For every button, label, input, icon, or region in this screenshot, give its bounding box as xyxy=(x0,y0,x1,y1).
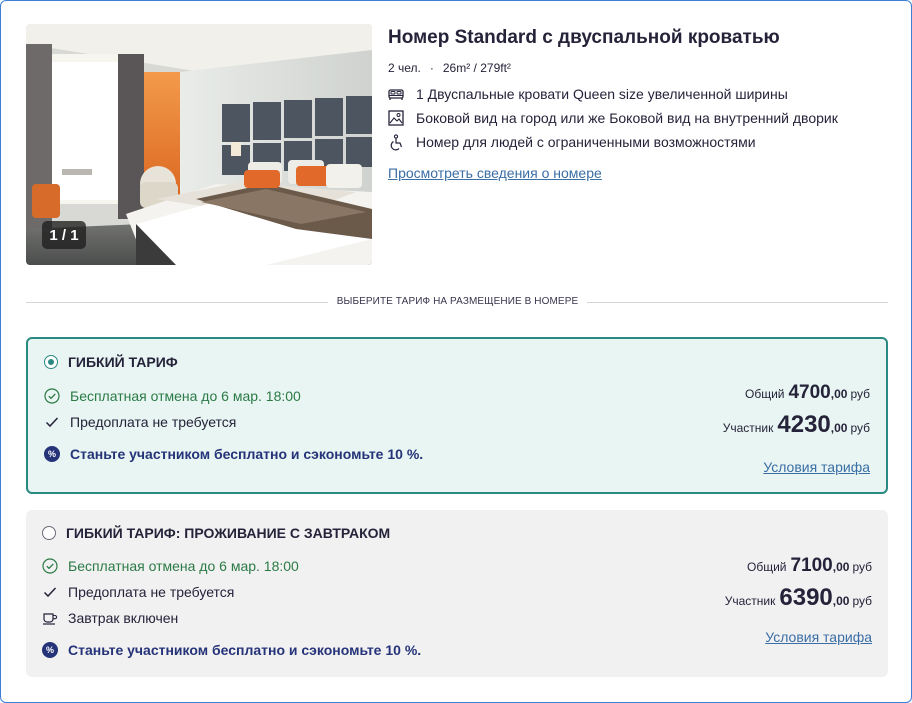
room-feature-accessibility: Номер для людей с ограниченными возможно… xyxy=(387,132,756,152)
meta-separator: · xyxy=(429,61,434,75)
total-price-value: 7100 xyxy=(790,555,833,576)
percent-icon: % xyxy=(42,642,58,658)
tariff-card-flexible[interactable]: ГИБКИЙ ТАРИФ Бесплатная отмена до 6 мар.… xyxy=(26,337,888,494)
tariff-conditions-link[interactable]: Условия тарифа xyxy=(763,459,870,475)
tariff-conditions-link[interactable]: Условия тарифа xyxy=(765,629,872,645)
check-circle-icon xyxy=(42,558,58,574)
total-price-currency: руб xyxy=(852,560,872,574)
tariff-member-promo[interactable]: % Станьте участником бесплатно и сэконом… xyxy=(42,640,421,660)
tariff-cancellation-text: Бесплатная отмена до 6 мар. 18:00 xyxy=(70,388,301,404)
tariff-title: ГИБКИЙ ТАРИФ: ПРОЖИВАНИЕ С ЗАВТРАКОМ xyxy=(66,525,391,541)
tariff-member-promo[interactable]: % Станьте участником бесплатно и сэконом… xyxy=(44,444,423,464)
tariff-cancellation-text: Бесплатная отмена до 6 мар. 18:00 xyxy=(68,558,299,574)
coffee-cup-icon xyxy=(42,610,58,626)
room-guests: 2 чел. xyxy=(388,61,421,75)
photo-counter: 1 / 1 xyxy=(42,221,86,249)
total-price-value: 4700 xyxy=(788,382,831,403)
room-feature-text: Боковой вид на город или же Боковой вид … xyxy=(416,110,838,126)
rate-section-heading: ВЫБЕРИТЕ ТАРИФ НА РАЗМЕЩЕНИЕ В НОМЕРЕ xyxy=(336,296,579,307)
total-label: Общий xyxy=(744,387,785,401)
tariff-title: ГИБКИЙ ТАРИФ xyxy=(68,354,178,370)
room-details-link[interactable]: Просмотреть сведения о номере xyxy=(388,165,602,181)
total-price-decimals: ,00 xyxy=(830,387,848,401)
divider-line-left xyxy=(26,302,328,303)
tariff-breakfast: Завтрак включен xyxy=(42,608,178,628)
member-price-decimals: ,00 xyxy=(832,594,850,608)
member-label: Участник xyxy=(724,594,776,608)
checkmark-icon xyxy=(42,584,58,600)
view-icon xyxy=(387,110,404,127)
tariff-prepayment-text: Предоплата не требуется xyxy=(68,584,235,600)
room-meta: 2 чел. · 26m² / 279ft² xyxy=(388,61,511,75)
member-price-value: 6390 xyxy=(779,584,833,611)
tariff-radio[interactable] xyxy=(44,355,58,369)
tariff-prepayment: Предоплата не требуется xyxy=(44,412,236,432)
tariff-radio[interactable] xyxy=(42,526,56,540)
tariff-total-price: Общий 7100 ,00 руб xyxy=(747,555,872,577)
room-feature-text: 1 Двуспальные кровати Queen size увеличе… xyxy=(416,86,788,102)
tariff-prepayment: Предоплата не требуется xyxy=(42,582,234,602)
room-title: Номер Standard с двуспальной кроватью xyxy=(388,27,780,48)
tariff-card-flexible-breakfast[interactable]: ГИБКИЙ ТАРИФ: ПРОЖИВАНИЕ С ЗАВТРАКОМ Бес… xyxy=(26,510,888,677)
check-circle-icon xyxy=(44,388,60,404)
bed-icon xyxy=(387,86,404,103)
tariff-promo-text: Станьте участником бесплатно и сэкономьт… xyxy=(68,642,422,658)
tariff-total-price: Общий 4700 ,00 руб xyxy=(745,382,870,404)
member-label: Участник xyxy=(722,421,774,435)
accessibility-icon xyxy=(387,133,404,151)
member-price-currency: руб xyxy=(850,421,870,435)
room-feature-text: Номер для людей с ограниченными возможно… xyxy=(416,134,756,150)
room-area: 26m² / 279ft² xyxy=(442,61,511,75)
percent-icon: % xyxy=(44,446,60,462)
divider-line-right xyxy=(587,302,888,303)
tariff-member-price: Участник 4230 ,00 руб xyxy=(723,411,870,439)
room-feature-view: Боковой вид на город или же Боковой вид … xyxy=(387,108,838,128)
tariff-promo-text: Станьте участником бесплатно и сэкономьт… xyxy=(70,446,424,462)
tariff-cancellation: Бесплатная отмена до 6 мар. 18:00 xyxy=(44,386,301,406)
total-price-currency: руб xyxy=(850,387,870,401)
tariff-prepayment-text: Предоплата не требуется xyxy=(70,414,237,430)
checkmark-icon xyxy=(44,414,60,430)
room-feature-bed: 1 Двуспальные кровати Queen size увеличе… xyxy=(387,84,788,104)
member-price-value: 4230 xyxy=(777,411,831,438)
tariff-breakfast-text: Завтрак включен xyxy=(68,610,179,626)
member-price-currency: руб xyxy=(852,594,872,608)
total-label: Общий xyxy=(746,560,787,574)
tariff-member-price: Участник 6390 ,00 руб xyxy=(725,584,872,612)
tariff-cancellation: Бесплатная отмена до 6 мар. 18:00 xyxy=(42,556,299,576)
total-price-decimals: ,00 xyxy=(832,560,850,574)
member-price-decimals: ,00 xyxy=(830,421,848,435)
